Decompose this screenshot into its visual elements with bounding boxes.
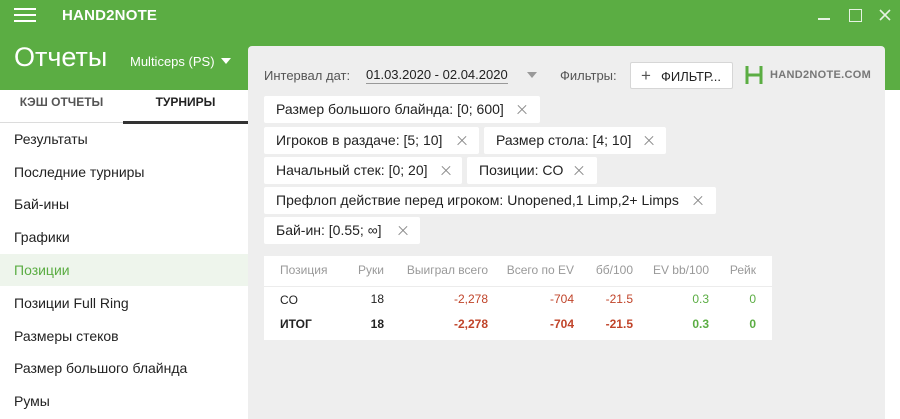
filter-chip: Размер стола: [4; 10]: [484, 127, 666, 154]
date-range-picker[interactable]: 01.03.2020 - 02.04.2020: [366, 67, 508, 84]
cell-ev-total: -704: [549, 317, 574, 331]
column-header[interactable]: Выиграл всего: [388, 263, 488, 277]
hand2note-logo-icon: [745, 66, 763, 84]
filter-chip: Начальный стек: [0; 20]: [264, 157, 462, 184]
column-header[interactable]: бб/100: [578, 263, 633, 277]
hand2note-logo-text: HAND2NOTE.COM: [770, 69, 872, 81]
filter-chip: Бай-ин: [0.55; ∞]: [264, 217, 420, 244]
cell-ev-total: -704: [549, 292, 574, 306]
chip-close-icon[interactable]: [455, 127, 469, 154]
sidebar-item-graphs[interactable]: Графики: [0, 221, 248, 253]
title-bar: HAND2NOTE: [0, 0, 900, 30]
results-table: Позиция Руки Выиграл всего Всего по EV б…: [264, 256, 772, 340]
cell-bb100: -21.5: [605, 317, 633, 331]
filter-chip-label: Размер большого блайнда: [0; 600]: [276, 101, 504, 117]
cell-total-label: ИТОГ: [280, 317, 312, 331]
filter-chip: Игроков в раздаче: [5; 10]: [264, 127, 479, 154]
filter-chip: Префлоп действие перед игроком: Unopened…: [264, 187, 716, 214]
cell-ev-bb100: 0.3: [692, 292, 709, 306]
cell-rake: 0: [749, 317, 756, 331]
cell-ev-bb100: 0.3: [692, 317, 709, 331]
filters-label: Фильтры:: [560, 68, 617, 83]
chip-close-icon[interactable]: [515, 96, 529, 123]
sidebar-item-rooms[interactable]: Румы: [0, 385, 248, 417]
cell-won-total: -2,278: [453, 292, 488, 306]
filter-chip-label: Игроков в раздаче: [5; 10]: [276, 132, 443, 148]
cell-won-total: -2,278: [453, 317, 488, 331]
filter-chip-label: Позиции: CO: [479, 162, 564, 178]
column-header[interactable]: EV bb/100: [637, 263, 709, 277]
filter-chip-label: Бай-ин: [0.55; ∞]: [276, 222, 382, 238]
sidebar: КЭШ ОТЧЕТЫ ТУРНИРЫ Результаты Последние …: [0, 90, 248, 419]
menu-icon[interactable]: [14, 8, 36, 22]
caret-down-icon: [220, 58, 231, 64]
chip-close-icon[interactable]: [439, 157, 453, 184]
plus-icon: +: [641, 66, 651, 85]
date-range-label: Интервал дат:: [264, 68, 351, 83]
right-gutter: [885, 90, 900, 419]
minimize-icon[interactable]: [815, 6, 833, 24]
header-divider: [264, 286, 772, 287]
cell-hands: 18: [370, 292, 384, 306]
chip-close-icon[interactable]: [572, 157, 586, 184]
close-icon[interactable]: [876, 6, 894, 24]
tab-tournaments[interactable]: ТУРНИРЫ: [123, 90, 248, 124]
app-title: HAND2NOTE: [62, 7, 158, 24]
column-header[interactable]: Руки: [342, 263, 384, 277]
add-filter-label: ФИЛЬТР...: [661, 69, 721, 84]
cell-position: CO: [280, 293, 298, 307]
sidebar-item-stack-sizes[interactable]: Размеры стеков: [0, 320, 248, 352]
filter-chip-label: Префлоп действие перед игроком: Unopened…: [276, 192, 679, 208]
chip-close-icon[interactable]: [396, 217, 410, 244]
cell-bb100: -21.5: [605, 292, 633, 306]
account-name: Multiceps (PS): [130, 54, 215, 69]
caret-down-icon[interactable]: [527, 72, 537, 78]
cell-hands: 18: [370, 317, 384, 331]
sidebar-item-positions-full-ring[interactable]: Позиции Full Ring: [0, 287, 248, 319]
sidebar-item-recent-tournaments[interactable]: Последние турниры: [0, 156, 248, 188]
sidebar-item-positions[interactable]: Позиции: [0, 254, 248, 286]
filter-chip-label: Начальный стек: [0; 20]: [276, 162, 428, 178]
tab-cash-reports[interactable]: КЭШ ОТЧЕТЫ: [0, 90, 123, 123]
page-title: Отчеты: [14, 42, 108, 72]
column-header[interactable]: Всего по EV: [492, 263, 574, 277]
column-header[interactable]: Рейк: [713, 263, 756, 277]
sidebar-item-big-blind-size[interactable]: Размер большого блайнда: [0, 352, 248, 384]
chip-close-icon[interactable]: [642, 127, 656, 154]
maximize-icon[interactable]: [846, 6, 864, 24]
account-selector[interactable]: Multiceps (PS): [130, 54, 231, 69]
column-header[interactable]: Позиция: [280, 263, 327, 277]
report-tabs: КЭШ ОТЧЕТЫ ТУРНИРЫ: [0, 90, 248, 124]
sidebar-item-buyins[interactable]: Бай-ины: [0, 188, 248, 220]
chip-close-icon[interactable]: [691, 187, 705, 214]
cell-rake: 0: [749, 292, 756, 306]
filter-chip-label: Размер стола: [4; 10]: [496, 132, 632, 148]
add-filter-button[interactable]: + ФИЛЬТР...: [630, 62, 733, 89]
sidebar-item-results[interactable]: Результаты: [0, 123, 248, 155]
filter-chip: Позиции: CO: [467, 157, 597, 184]
filter-chip: Размер большого блайнда: [0; 600]: [264, 96, 540, 123]
